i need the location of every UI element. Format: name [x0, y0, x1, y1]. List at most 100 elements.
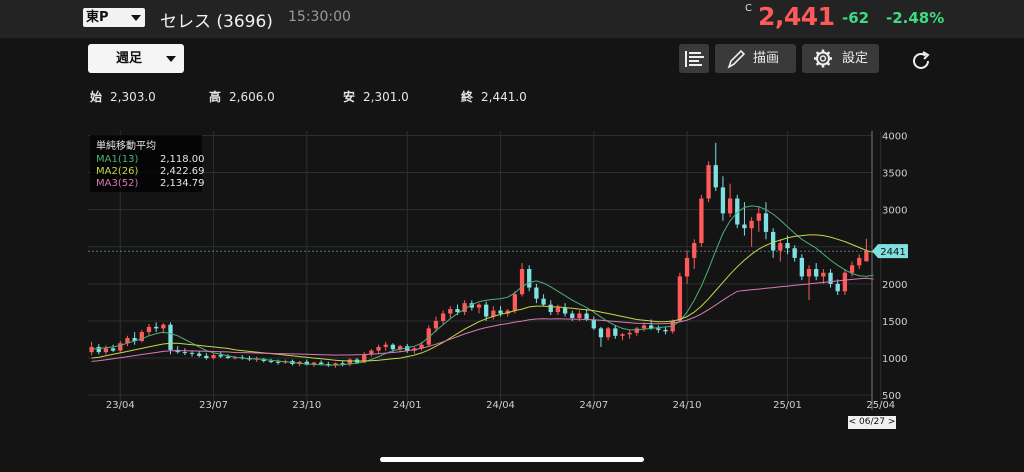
candle-body — [814, 269, 819, 277]
legend-ma1: MA1(13) 2,118.00 — [96, 154, 205, 165]
ma2-line — [91, 234, 874, 362]
x-tick-label: 23/10 — [292, 400, 321, 411]
candle-body — [319, 362, 324, 364]
legend-ma3-value: 2,134.79 — [160, 178, 205, 189]
candle-body — [376, 346, 381, 351]
candle-body — [656, 328, 661, 330]
candle-body — [706, 165, 711, 199]
ma-legend: 単純移動平均 MA1(13) 2,118.00 MA2(26) 2,422.69… — [90, 135, 205, 192]
legend-ma2-value: 2,422.69 — [160, 166, 205, 177]
candle-body — [864, 251, 869, 262]
candle-body — [713, 165, 718, 188]
y-tick-label: 1500 — [882, 317, 907, 328]
candle-body — [821, 272, 826, 277]
candle-body — [562, 307, 568, 314]
candle-body — [770, 231, 776, 251]
candle-body — [692, 243, 697, 258]
candle-body — [204, 355, 209, 359]
candle-body — [641, 325, 647, 329]
candle-body — [527, 269, 532, 288]
candle-body — [268, 361, 274, 363]
candle-body — [498, 310, 503, 314]
candle-body — [720, 187, 726, 214]
candle-body — [154, 326, 159, 329]
candle-body — [96, 346, 101, 353]
candle-body — [218, 355, 223, 357]
candle-body — [168, 324, 173, 350]
home-indicator[interactable] — [380, 457, 644, 462]
candle-body — [476, 304, 482, 308]
candle-body — [763, 213, 769, 232]
legend-ma2-label: MA2(26) — [96, 166, 139, 177]
candle-body — [519, 269, 525, 295]
y-tick-label: 2000 — [882, 280, 907, 291]
candle-body — [756, 213, 761, 221]
candle-body — [785, 243, 790, 249]
x-tick-label: 24/01 — [393, 400, 422, 411]
x-tick-label: 25/04 — [866, 400, 895, 411]
candle-body — [146, 326, 152, 333]
candle-body — [182, 352, 188, 354]
candle-body — [605, 328, 611, 338]
x-tick-label: 25/01 — [773, 400, 802, 411]
candle-body — [598, 328, 604, 338]
x-tick-label: 23/04 — [106, 400, 135, 411]
date-indicator[interactable]: < 06/27 > — [848, 416, 896, 429]
candle-body — [110, 348, 116, 351]
candle-body — [448, 309, 453, 314]
candle-body — [161, 324, 166, 329]
candle-body — [677, 276, 683, 321]
candle-body — [577, 313, 582, 318]
candle-body — [792, 248, 797, 258]
y-tick-label: 4000 — [882, 131, 907, 142]
candle-body — [849, 265, 855, 273]
candle-body — [778, 243, 783, 251]
ma1-line — [91, 205, 874, 366]
candle-body — [806, 269, 812, 277]
x-tick-label: 24/07 — [579, 400, 608, 411]
candle-body — [189, 352, 195, 354]
candle-body — [347, 359, 353, 364]
candle-body — [857, 257, 862, 266]
candle-body — [799, 257, 804, 277]
candle-body — [555, 307, 561, 313]
legend-ma2: MA2(26) 2,422.69 — [96, 166, 205, 177]
candle-body — [570, 313, 575, 318]
candle-body — [634, 328, 639, 333]
y-tick-label: 1000 — [882, 354, 907, 365]
candle-body — [225, 356, 231, 359]
candle-body — [118, 343, 123, 351]
candle-body — [620, 334, 625, 336]
candle-body — [727, 198, 733, 214]
candle-body — [512, 294, 518, 311]
candle-body — [548, 304, 553, 313]
candle-body — [541, 298, 546, 305]
candle-body — [584, 313, 589, 320]
candle-body — [484, 304, 489, 317]
candlestick-chart[interactable]: 400035003000250020001500100050023/0423/0… — [0, 0, 1024, 472]
x-tick-label: 24/10 — [673, 400, 702, 411]
candle-body — [591, 319, 596, 329]
last-price-label: 2441 — [880, 247, 905, 258]
candle-body — [455, 309, 460, 313]
candle-body — [103, 348, 109, 353]
candle-body — [627, 332, 632, 335]
candle-body — [390, 344, 396, 350]
candle-body — [842, 272, 848, 292]
candle-body — [383, 344, 388, 347]
legend-ma1-value: 2,118.00 — [160, 154, 205, 165]
y-tick-label: 3500 — [882, 169, 907, 180]
legend-ma1-label: MA1(13) — [96, 154, 139, 165]
candle-body — [613, 328, 618, 336]
candle-body — [534, 287, 539, 299]
candle-body — [211, 355, 216, 359]
candle-body — [440, 313, 446, 321]
candle-body — [699, 198, 704, 244]
candle-body — [684, 257, 690, 277]
x-tick-label: 23/07 — [199, 400, 228, 411]
candle-body — [275, 361, 281, 363]
candle-body — [197, 353, 202, 356]
candle-body — [749, 220, 754, 229]
y-tick-label: 3000 — [882, 206, 907, 217]
x-tick-label: 24/04 — [486, 400, 515, 411]
